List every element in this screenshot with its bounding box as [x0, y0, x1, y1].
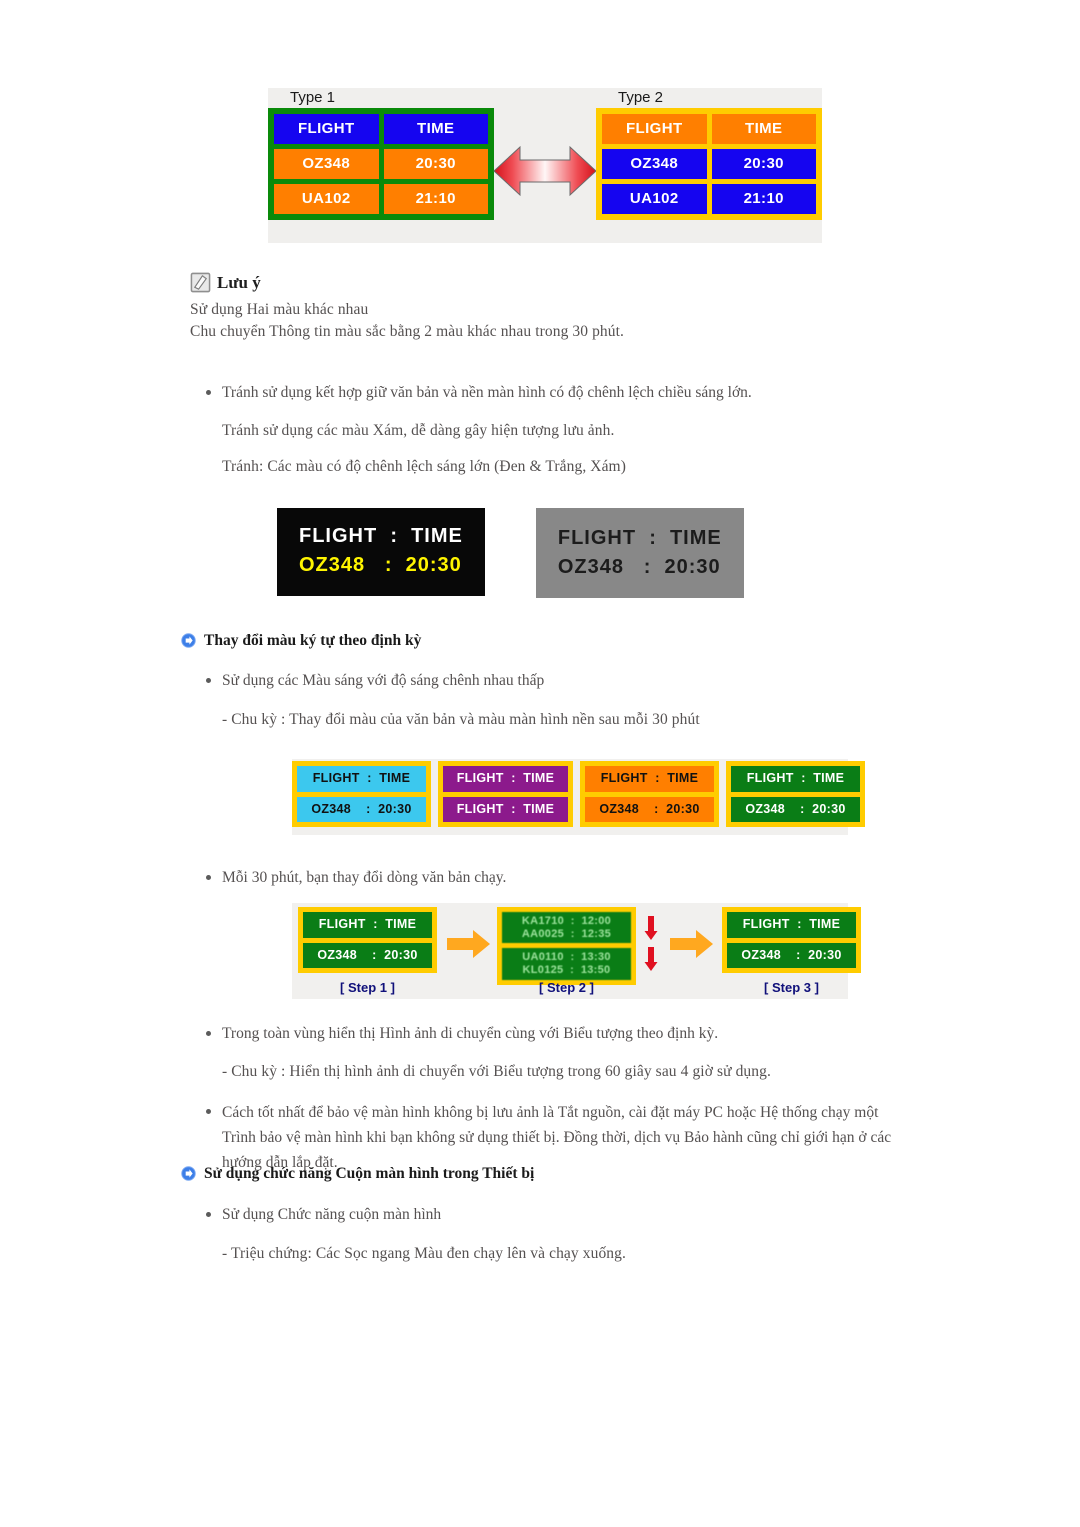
cyan-board: FLIGHT : TIME OZ348 : 20:30: [292, 761, 431, 827]
type-1-cell-ua102: UA102: [274, 184, 379, 214]
orange-board: FLIGHT : TIME OZ348 : 20:30: [580, 761, 719, 827]
cycle-bullet-text: Sử dụng các Màu sáng với độ sáng chênh n…: [222, 672, 545, 689]
bullet-dot-icon: [206, 390, 211, 395]
black-background-example: FLIGHT : TIME OZ348 : 20:30: [277, 508, 485, 596]
note-line-2: Chu chuyển Thông tin màu sắc bằng 2 màu …: [190, 323, 625, 340]
scroll-text-bullet: Mỗi 30 phút, bạn thay đổi dòng văn bản c…: [206, 866, 906, 890]
step-1-caption: [ Step 1 ]: [340, 980, 395, 995]
contrast-subline-2: Tránh: Các màu có độ chênh lệch sáng lớn…: [222, 458, 626, 475]
step-arrow-2-icon: [670, 930, 713, 958]
contrast-subline-1: Tránh sử dụng các màu Xám, dễ dàng gây h…: [222, 422, 615, 439]
moving-image-bullet: Trong toàn vùng hiển thị Hình ảnh di chu…: [206, 1022, 946, 1046]
scroll-function-bullet: Sử dụng Chức năng cuộn màn hình: [206, 1203, 906, 1227]
type-2-board: FLIGHT TIME OZ348 20:30 UA102 21:10: [596, 108, 822, 220]
step-1-board: FLIGHT : TIME OZ348 : 20:30: [298, 907, 437, 973]
purple-board: FLIGHT : TIME FLIGHT : TIME: [438, 761, 573, 827]
step-3-line-1: FLIGHT : TIME: [727, 912, 856, 938]
scroll-down-arrows-icon: [644, 916, 658, 971]
type-1-column: Type 1 FLIGHT TIME OZ348 20:30 UA102 21:…: [268, 88, 494, 220]
type-1-label: Type 1: [290, 89, 336, 106]
type-1-cell-flight: FLIGHT: [274, 114, 379, 144]
cycle-detail-text: - Chu kỳ : Thay đổi màu của văn bản và m…: [222, 711, 700, 728]
bullet-dot-icon: [206, 678, 211, 683]
orange-board-line-2: OZ348 : 20:30: [585, 796, 714, 822]
step-2-line-1: KA1710 : 12:00 AA0025 : 12:35: [502, 912, 631, 944]
type-2-cell-time: TIME: [711, 114, 816, 144]
contrast-bullet: Tránh sử dụng kết hợp giữ văn bản và nền…: [206, 381, 946, 405]
type-2-cell-flight: FLIGHT: [602, 114, 707, 144]
note-title: Lưu ý: [217, 272, 261, 292]
section-heading-color-cycle-label: Thay đổi màu ký tự theo định kỳ: [204, 632, 422, 649]
cyan-board-line-2: OZ348 : 20:30: [297, 796, 426, 822]
orange-board-line-1: FLIGHT : TIME: [585, 766, 714, 792]
black-panel-line-1: FLIGHT : TIME: [299, 525, 463, 547]
type-1-cell-2030: 20:30: [383, 149, 488, 179]
black-panel-line-2: OZ348 : 20:30: [299, 554, 462, 576]
cyan-board-line-1: FLIGHT : TIME: [297, 766, 426, 792]
scroll-function-bullet-text: Sử dụng Chức năng cuộn màn hình: [222, 1206, 442, 1223]
step-1-line-2: OZ348 : 20:30: [303, 942, 432, 968]
bullet-dot-icon: [206, 1212, 211, 1217]
section-heading-screen-scroll: Sử dụng chức năng Cuộn màn hình trong Th…: [181, 1164, 534, 1183]
blue-arrow-bullet-icon: [181, 633, 196, 648]
step-3-line-2: OZ348 : 20:30: [727, 942, 856, 968]
bullet-dot-icon: [206, 875, 211, 880]
purple-board-line-2: FLIGHT : TIME: [443, 796, 568, 822]
step-2-caption: [ Step 2 ]: [539, 980, 594, 995]
step-2-line-2: UA0110 : 13:30 KL0125 : 13:50: [502, 948, 631, 980]
double-headed-arrow-icon: [493, 145, 597, 197]
note-line-1: Sử dụng Hai màu khác nhau: [190, 301, 369, 318]
type-1-cell-oz348: OZ348: [274, 149, 379, 179]
cycle-bullet: Sử dụng các Màu sáng với độ sáng chênh n…: [206, 669, 906, 693]
bullet-dot-icon: [206, 1031, 211, 1036]
type-2-cell-ua102: UA102: [602, 184, 707, 214]
step-arrow-1-icon: [447, 930, 490, 958]
gray-panel-line-1: FLIGHT : TIME: [557, 527, 722, 549]
blue-arrow-bullet-icon: [181, 1166, 196, 1181]
green-board-line-2: OZ348 : 20:30: [731, 796, 860, 822]
green-board: FLIGHT : TIME OZ348 : 20:30: [726, 761, 865, 827]
step-3-board: FLIGHT : TIME OZ348 : 20:30: [722, 907, 861, 973]
scroll-steps-figure: FLIGHT : TIME OZ348 : 20:30 [ Step 1 ] K…: [292, 903, 861, 999]
flight-board-comparison-figure: Type 1 FLIGHT TIME OZ348 20:30 UA102 21:…: [268, 88, 822, 243]
moving-image-detail: - Chu kỳ : Hiển thị hình ảnh di chuyển v…: [222, 1063, 771, 1080]
note-pencil-icon: [190, 272, 211, 293]
gray-background-example: FLIGHT : TIME OZ348 : 20:30: [535, 508, 744, 598]
scroll-function-detail: - Triệu chứng: Các Sọc ngang Màu đen chạ…: [222, 1245, 626, 1262]
section-heading-screen-scroll-label: Sử dụng chức năng Cuộn màn hình trong Th…: [204, 1165, 535, 1182]
type-2-label: Type 2: [618, 89, 664, 106]
moving-image-bullet-text: Trong toàn vùng hiển thị Hình ảnh di chu…: [222, 1025, 719, 1042]
green-board-line-1: FLIGHT : TIME: [731, 766, 860, 792]
scroll-text-bullet-label: Mỗi 30 phút, bạn thay đổi dòng văn bản c…: [222, 869, 507, 886]
type-1-cell-2110: 21:10: [383, 184, 488, 214]
section-heading-color-cycle: Thay đổi màu ký tự theo định kỳ: [181, 631, 421, 650]
step-3-caption: [ Step 3 ]: [764, 980, 819, 995]
step-1-line-1: FLIGHT : TIME: [303, 912, 432, 938]
type-1-cell-time: TIME: [383, 114, 488, 144]
color-cycle-figure: FLIGHT : TIME OZ348 : 20:30 FLIGHT : TIM…: [292, 759, 865, 835]
contrast-example-figure: FLIGHT : TIME OZ348 : 20:30 FLIGHT : TIM…: [277, 508, 744, 598]
step-2-board: KA1710 : 12:00 AA0025 : 12:35 UA0110 : 1…: [497, 907, 636, 985]
contrast-bullet-text: Tránh sử dụng kết hợp giữ văn bản và nền…: [222, 384, 752, 401]
type-2-column: Type 2 FLIGHT TIME OZ348 20:30 UA102 21:…: [596, 88, 822, 220]
type-2-cell-2030: 20:30: [711, 149, 816, 179]
type-2-cell-2110: 21:10: [711, 184, 816, 214]
gray-panel-line-2: OZ348 : 20:30: [557, 556, 721, 578]
bullet-dot-icon: [206, 1109, 211, 1114]
purple-board-line-1: FLIGHT : TIME: [443, 766, 568, 792]
type-2-cell-oz348: OZ348: [602, 149, 707, 179]
type-1-board: FLIGHT TIME OZ348 20:30 UA102 21:10: [268, 108, 494, 220]
note-heading: Lưu ý: [190, 272, 261, 293]
